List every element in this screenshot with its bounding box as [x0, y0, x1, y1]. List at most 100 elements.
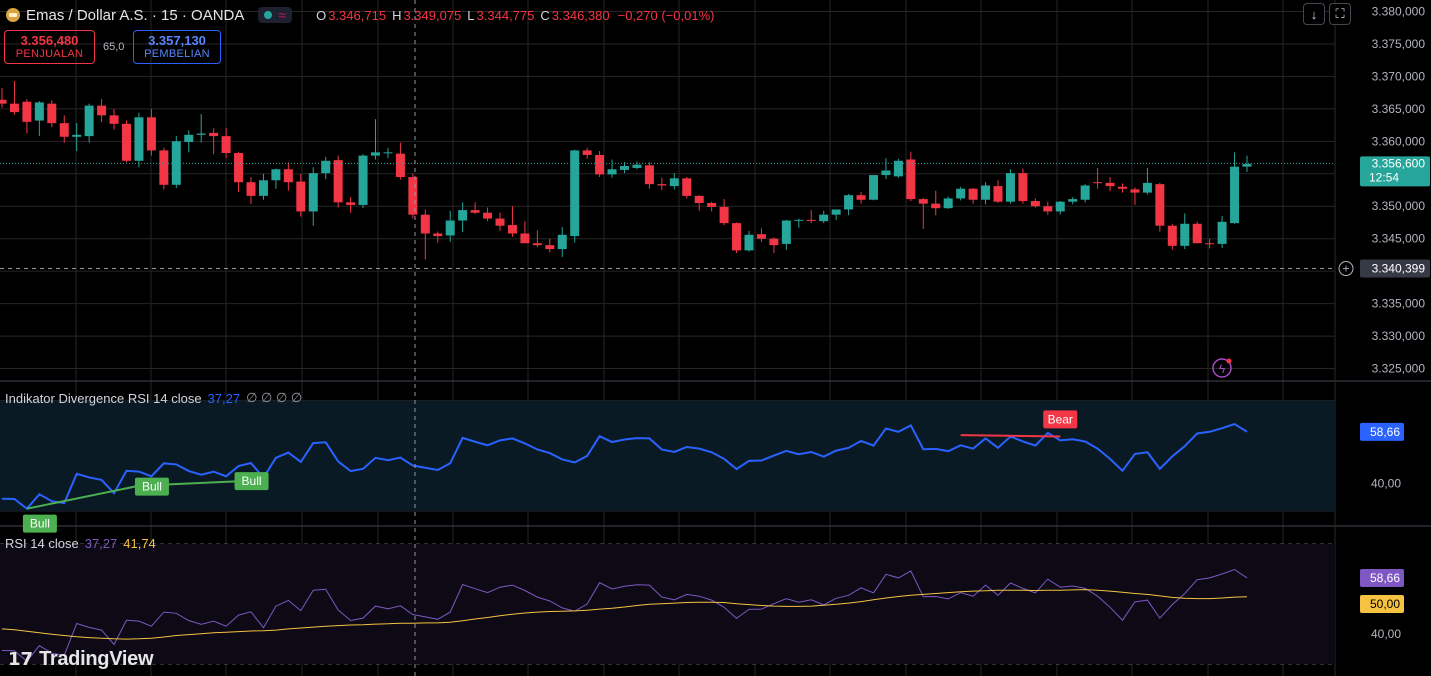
market-open-dot-icon — [264, 11, 273, 19]
candle-body — [221, 136, 231, 154]
candle-body — [831, 209, 841, 215]
candle-body — [1242, 164, 1252, 167]
candle-body — [1080, 185, 1090, 200]
rsi-legend[interactable]: RSI 14 close 37,27 41,74 — [5, 536, 156, 551]
rsi-divergence-legend[interactable]: Indikator Divergence RSI 14 close 37,27 … — [5, 390, 302, 406]
candle-body — [1018, 173, 1028, 202]
candles — [0, 80, 1335, 260]
candle-body — [869, 175, 878, 200]
chart-header: Emas / Dollar A.S. · 15 · OANDA ≈ O 3.346… — [0, 0, 714, 30]
candle-body — [657, 184, 667, 186]
candle-body — [844, 195, 854, 210]
candle-body — [346, 202, 356, 205]
candle-body — [408, 177, 418, 215]
price-tick-label: 3.350,000 — [1372, 199, 1426, 213]
candle-body — [458, 210, 468, 221]
candle-body — [420, 214, 430, 234]
candle-body — [1068, 199, 1078, 202]
candle-body — [520, 233, 530, 244]
candle-body — [371, 152, 380, 156]
candle-body — [682, 178, 692, 196]
low-key: L — [467, 7, 475, 23]
rsi-ma-value: 41,74 — [123, 536, 156, 551]
candle-body — [59, 123, 69, 137]
fullscreen-icon: ⛶ — [1335, 6, 1345, 21]
tradingview-logo-icon: 17 — [8, 649, 34, 670]
candle-body — [1118, 186, 1127, 189]
candle-body — [694, 195, 704, 203]
price-tick-label: 3.375,000 — [1372, 37, 1426, 51]
price-tick-label: 3.325,000 — [1372, 362, 1426, 376]
close-value: 3.346,380 — [551, 7, 610, 23]
price-tick-label: 3.365,000 — [1372, 102, 1426, 116]
divergence-label-text: Bull — [142, 480, 162, 494]
sell-button[interactable]: 3.356,480 PENJUALAN — [4, 30, 95, 64]
rsi-divergence-empty-values: ∅ ∅ ∅ ∅ — [246, 390, 303, 405]
chart-canvas[interactable]: Bull Bull Bull Bear 3.380,000 3.375,000 3.370… — [0, 0, 1431, 676]
candle-body — [383, 152, 393, 154]
candle-body — [1205, 243, 1215, 245]
candle-body — [856, 195, 866, 200]
rsi-divergence-value: 37,27 — [207, 390, 241, 406]
candle-body — [1142, 182, 1152, 193]
candle-body — [122, 123, 131, 161]
lightning-glyph: ϟ — [1219, 362, 1226, 376]
candle-body — [159, 150, 169, 185]
candle-body — [296, 181, 306, 212]
candle-body — [234, 153, 244, 183]
candle-body — [171, 141, 181, 185]
price-tick-label: 3.330,000 — [1372, 329, 1426, 343]
candle-body — [1155, 184, 1165, 226]
arrow-down-icon: ↓ — [1310, 6, 1318, 22]
candle-body — [1167, 225, 1177, 246]
header-buttons: ↓ ⛶ — [1303, 3, 1351, 25]
candle-body — [893, 160, 903, 177]
candle-body — [906, 159, 916, 200]
candle-body — [719, 206, 729, 224]
price-tick-label: 3.345,000 — [1372, 232, 1426, 246]
candle-body — [644, 165, 654, 185]
candle-body — [707, 202, 717, 207]
candle-body — [34, 102, 44, 121]
candle-body — [470, 210, 480, 213]
candle-body — [72, 134, 82, 137]
candle-body — [333, 160, 343, 203]
price-tick-label: 3.380,000 — [1372, 4, 1426, 18]
candle-body — [943, 198, 953, 209]
notification-dot — [1226, 358, 1232, 364]
rsi-value: 37,27 — [84, 536, 118, 551]
buy-button[interactable]: 3.357,130 PEMBELIAN — [133, 30, 221, 64]
candle-body — [1093, 182, 1103, 184]
candle-body — [246, 182, 256, 196]
candle-body — [956, 188, 966, 199]
symbol-title[interactable]: Emas / Dollar A.S. · 15 · OANDA — [26, 7, 244, 24]
open-value: 3.346,715 — [328, 7, 387, 23]
scroll-down-button[interactable]: ↓ — [1303, 3, 1325, 25]
candle-body — [1030, 201, 1040, 207]
candle-body — [744, 234, 754, 251]
tradingview-logo[interactable]: 17 TradingView — [8, 648, 154, 671]
change-value: −0,270 (−0,01%) — [617, 7, 715, 23]
candle-body — [433, 233, 443, 237]
candle-body — [134, 117, 144, 161]
fullscreen-button[interactable]: ⛶ — [1329, 3, 1351, 25]
market-status[interactable]: ≈ — [258, 7, 293, 23]
candle-body — [806, 219, 816, 221]
candle-body — [819, 214, 829, 222]
candle-body — [732, 223, 742, 251]
candle-body — [1130, 189, 1140, 193]
candle-body — [483, 212, 493, 219]
close-key: C — [540, 7, 550, 23]
candle-body — [981, 185, 991, 200]
candle-body — [445, 220, 455, 236]
candle-body — [308, 173, 318, 212]
buy-label: PEMBELIAN — [144, 47, 210, 60]
rsi-band — [0, 544, 1335, 664]
add-alert-plus: + — [1342, 262, 1349, 276]
rsi-divergence-name: Indikator Divergence RSI 14 close — [5, 390, 202, 406]
candle-body — [794, 219, 804, 221]
candle-body — [570, 150, 580, 237]
price-tick-label: 3.360,000 — [1372, 134, 1426, 148]
candle-body — [545, 245, 555, 250]
candle-body — [184, 134, 194, 142]
